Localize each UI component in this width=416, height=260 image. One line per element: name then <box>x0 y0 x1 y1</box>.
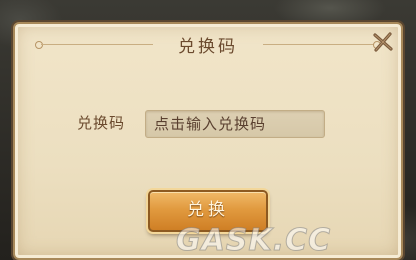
close-x-icon <box>373 32 393 52</box>
title-divider-right <box>263 44 375 45</box>
dialog-header: 兑换码 <box>35 28 381 62</box>
code-field-label: 兑换码 <box>77 114 126 132</box>
redeem-code-input[interactable]: 点击输入兑换码 <box>145 110 325 138</box>
close-button[interactable] <box>371 30 395 54</box>
site-watermark: GASK.CC <box>175 223 332 259</box>
